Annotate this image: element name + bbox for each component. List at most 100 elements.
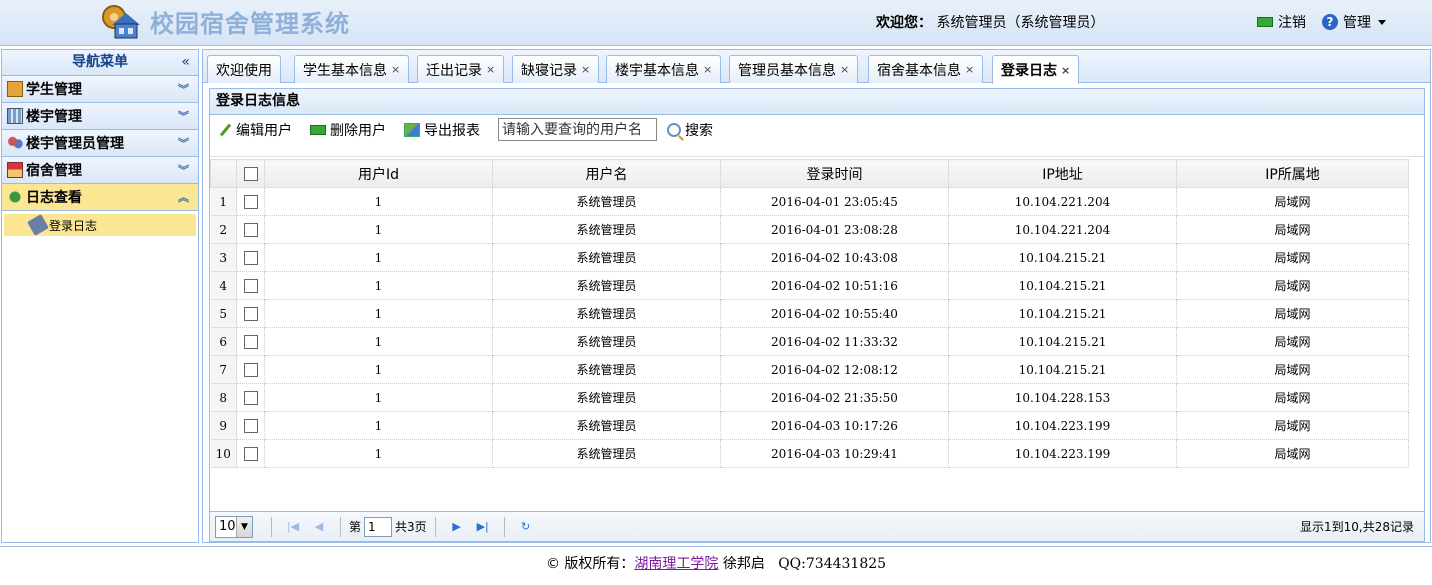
close-icon[interactable]: × [581, 63, 590, 76]
nav-item-login-log[interactable]: 登录日志 [4, 214, 196, 236]
username-cell: 系统管理员 [492, 215, 721, 244]
nav-group-label: 日志查看 [26, 190, 82, 206]
search-input[interactable] [498, 118, 657, 141]
ip-location-cell: 局域网 [1176, 327, 1409, 356]
close-icon[interactable]: × [1061, 64, 1070, 77]
nav-group-building[interactable]: 楼宇管理 ︾ [2, 103, 198, 130]
next-page-icon[interactable]: ▶ [448, 518, 466, 536]
row-checkbox[interactable] [243, 194, 258, 209]
nav-group-dorm[interactable]: 宿舍管理 ︾ [2, 157, 198, 184]
user-id-cell: 1 [264, 383, 493, 412]
page-size-select[interactable]: 10 ▼ [215, 515, 253, 538]
ip-address-cell: 10.104.215.21 [948, 271, 1177, 300]
username-cell: 系统管理员 [492, 271, 721, 300]
table-row[interactable]: 5 1 系统管理员 2016-04-02 10:55:40 10.104.215.21 局… [210, 299, 1409, 328]
tab-absence-records[interactable]: 缺寝记录 × [512, 55, 600, 83]
table-row[interactable]: 3 1 系统管理员 2016-04-02 10:43:08 10.104.215.21 局… [210, 243, 1409, 272]
search-button[interactable]: 搜索 [667, 120, 713, 140]
username-cell: 系统管理员 [492, 327, 721, 356]
nav-group-student[interactable]: 学生管理 ︾ [2, 76, 198, 103]
username-cell: 系统管理员 [492, 243, 721, 272]
close-icon[interactable]: × [840, 63, 849, 76]
login-time-cell: 2016-04-01 23:08:28 [720, 215, 949, 244]
student-icon [7, 81, 23, 97]
user-id-cell: 1 [264, 187, 493, 216]
column-header[interactable]: 用户名 [492, 159, 721, 188]
chevron-down-icon: ▼ [236, 516, 252, 537]
column-header[interactable]: IP地址 [948, 159, 1177, 188]
building-icon [7, 108, 23, 124]
tab-label: 学生基本信息 [303, 62, 387, 79]
row-checkbox[interactable] [243, 306, 258, 321]
row-select [236, 383, 265, 412]
log-icon [7, 189, 23, 205]
column-header[interactable]: IP所属地 [1176, 159, 1409, 188]
table-row[interactable]: 2 1 系统管理员 2016-04-01 23:08:28 10.104.221.204… [210, 215, 1409, 244]
table-row[interactable]: 7 1 系统管理员 2016-04-02 12:08:12 10.104.215.21 局… [210, 355, 1409, 384]
logout-link[interactable]: 注销 [1257, 12, 1306, 32]
edit-user-button[interactable]: 编辑用户 [218, 120, 292, 140]
close-icon[interactable]: × [965, 63, 974, 76]
row-checkbox[interactable] [243, 334, 258, 349]
table-row[interactable]: 1 1 系统管理员 2016-04-01 23:05:45 10.104.221.204… [210, 187, 1409, 216]
pager-separator [271, 516, 272, 537]
tab-login-log[interactable]: 登录日志 × [992, 55, 1080, 84]
first-page-icon[interactable]: |◀ [284, 518, 302, 536]
page-number-input[interactable] [364, 516, 393, 537]
last-page-icon[interactable]: ▶| [474, 518, 492, 536]
table-row[interactable]: 9 1 系统管理员 2016-04-03 10:17:26 10.104.223.199… [210, 411, 1409, 440]
login-time-cell: 2016-04-02 12:08:12 [720, 355, 949, 384]
export-report-label: 导出报表 [424, 122, 480, 139]
chevron-up-icon: ︽ [178, 191, 189, 204]
pager-separator [503, 516, 505, 537]
caret-down-icon [1378, 19, 1386, 25]
row-checkbox[interactable] [243, 250, 258, 265]
table-row[interactable]: 4 1 系统管理员 2016-04-02 10:51:16 10.104.215.21 局… [210, 271, 1409, 300]
nav-group-building-admin[interactable]: 楼宇管理员管理 ︾ [2, 130, 198, 157]
close-icon[interactable]: × [391, 63, 400, 76]
column-header[interactable]: 用户Id [264, 159, 493, 188]
collapse-left-icon[interactable]: « [181, 50, 190, 75]
table-row[interactable]: 8 1 系统管理员 2016-04-02 21:35:50 10.104.228.153… [210, 383, 1409, 412]
nav-header: 导航菜单 « [2, 50, 198, 76]
table-row[interactable]: 10 1 系统管理员 2016-04-03 10:29:41 10.104.223.19… [210, 439, 1409, 468]
manage-menu[interactable]: ? 管理 [1322, 12, 1386, 32]
row-number: 8 [210, 383, 237, 412]
tab-dorm-info[interactable]: 宿舍基本信息 × [868, 55, 984, 83]
tab-student-info[interactable]: 学生基本信息 × [294, 55, 410, 83]
login-time-cell: 2016-04-03 10:17:26 [720, 411, 949, 440]
pager-separator [340, 516, 341, 537]
tab-moveout-records[interactable]: 迁出记录 × [417, 55, 505, 83]
prev-page-icon[interactable]: ◀ [310, 518, 328, 536]
tab-label: 欢迎使用 [216, 62, 272, 79]
row-checkbox[interactable] [243, 446, 258, 461]
tab-bar: 欢迎使用 学生基本信息 × 迁出记录 × 缺寝记录 × 楼宇基本信息 × 管理员… [203, 50, 1430, 84]
export-report-button[interactable]: 导出报表 [404, 120, 480, 140]
table-row[interactable]: 6 1 系统管理员 2016-04-02 11:33:32 10.104.215.21 局… [210, 327, 1409, 356]
tab-building-info[interactable]: 楼宇基本信息 × [606, 55, 722, 83]
school-link[interactable]: 湖南理工学院 [634, 556, 718, 572]
nav-group-log[interactable]: 日志查看 ︽ [2, 184, 198, 211]
close-icon[interactable]: × [486, 63, 495, 76]
manage-label: 管理 [1343, 15, 1371, 31]
ip-address-cell: 10.104.223.199 [948, 439, 1177, 468]
tab-welcome[interactable]: 欢迎使用 [207, 55, 281, 83]
column-header[interactable]: 登录时间 [720, 159, 949, 188]
nav-item-label: 登录日志 [49, 218, 98, 233]
row-select [236, 327, 265, 356]
delete-user-button[interactable]: 删除用户 [310, 120, 386, 140]
panel-title: 登录日志信息 [210, 89, 1424, 115]
row-checkbox[interactable] [243, 222, 258, 237]
select-all-checkbox[interactable] [243, 166, 258, 181]
row-checkbox[interactable] [243, 362, 258, 377]
username-cell: 系统管理员 [492, 383, 721, 412]
row-number: 3 [210, 243, 237, 272]
row-checkbox[interactable] [243, 418, 258, 433]
close-icon[interactable]: × [703, 63, 712, 76]
row-checkbox[interactable] [243, 390, 258, 405]
refresh-icon[interactable]: ↻ [517, 518, 535, 536]
tab-admin-info[interactable]: 管理员基本信息 × [729, 55, 859, 83]
ip-address-cell: 10.104.215.21 [948, 327, 1177, 356]
login-log-icon [27, 214, 49, 236]
row-checkbox[interactable] [243, 278, 258, 293]
